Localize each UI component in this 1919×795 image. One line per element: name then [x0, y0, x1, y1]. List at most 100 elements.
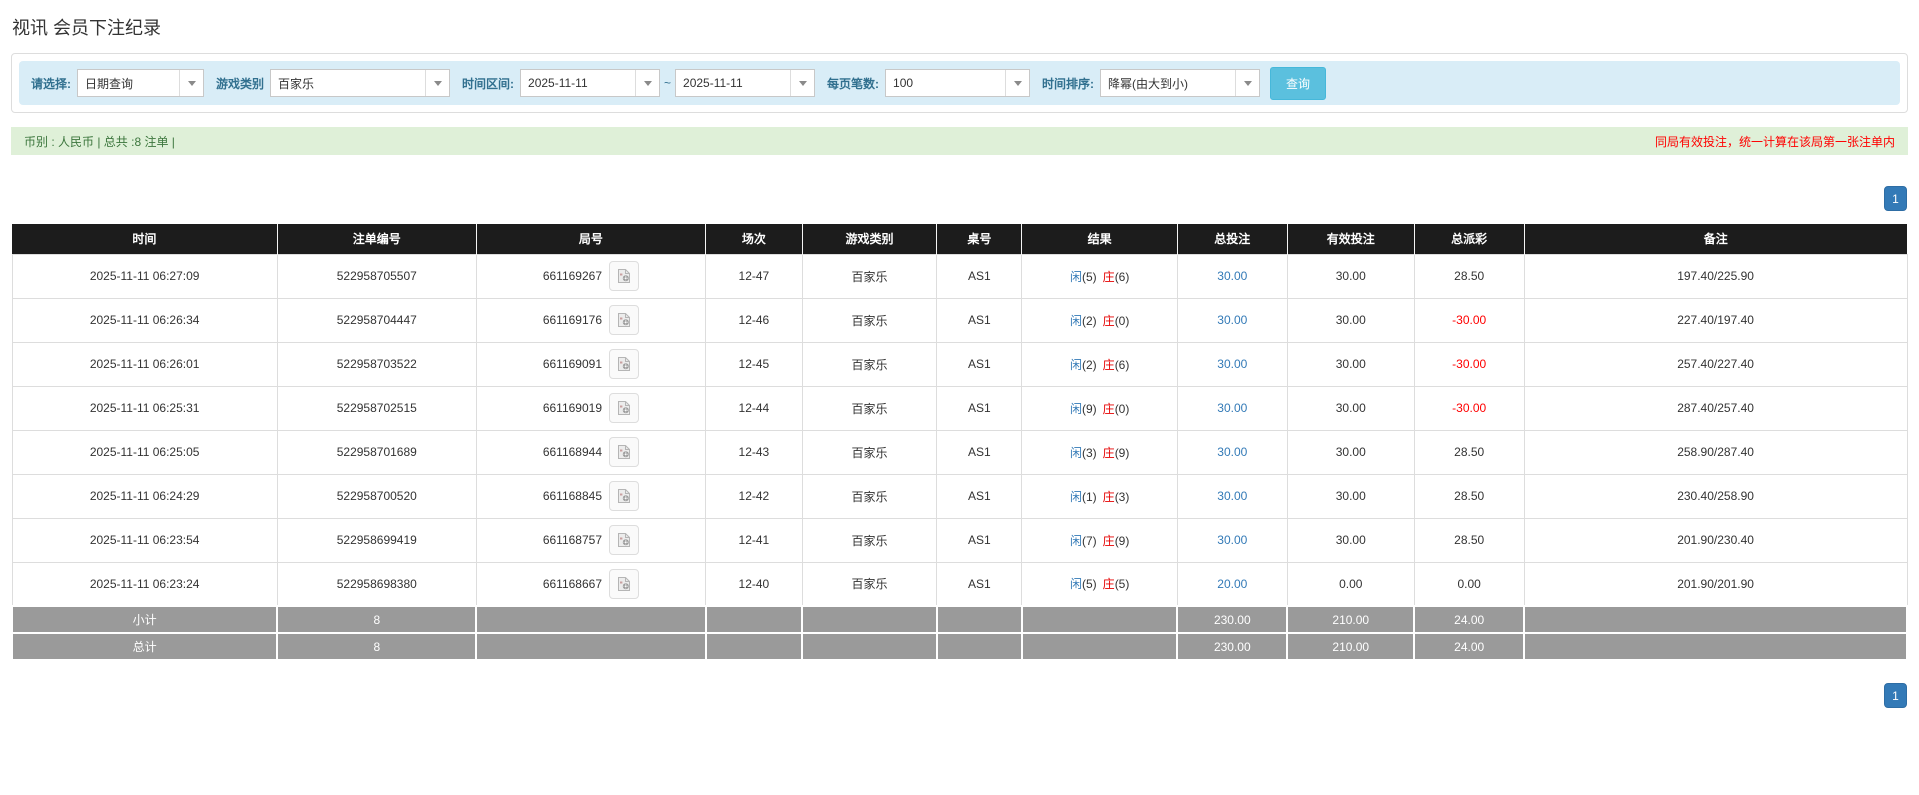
column-header: 局号	[476, 224, 705, 254]
cell-game-type: 百家乐	[802, 518, 937, 562]
cell-session: 12-44	[706, 386, 803, 430]
round-number: 661169091	[543, 357, 602, 371]
round-number: 661169267	[543, 269, 602, 283]
summary-cell: 小计	[12, 606, 277, 633]
result-banker-score: (9)	[1115, 534, 1130, 548]
total-bet-link[interactable]: 30.00	[1217, 269, 1247, 283]
cell-note: 287.40/257.40	[1524, 386, 1907, 430]
chevron-down-icon[interactable]	[179, 70, 203, 96]
cell-note: 257.40/227.40	[1524, 342, 1907, 386]
cell-bet-id: 522958699419	[277, 518, 476, 562]
summary-cell	[937, 606, 1022, 633]
result-banker-label: 庄	[1103, 490, 1115, 504]
cell-payout: 28.50	[1414, 474, 1524, 518]
search-button[interactable]: 查询	[1270, 67, 1326, 100]
video-replay-icon[interactable]	[609, 481, 639, 511]
filter-bar: 请选择: 日期查询 游戏类别 百家乐 时间区间: 2025-11-11 ~ 20…	[19, 61, 1900, 105]
total-bet-link[interactable]: 30.00	[1217, 445, 1247, 459]
cell-bet-id: 522958700520	[277, 474, 476, 518]
total-bet-link[interactable]: 30.00	[1217, 357, 1247, 371]
total-bet-link[interactable]: 30.00	[1217, 489, 1247, 503]
result-player-score: (5)	[1082, 577, 1097, 591]
total-bet-link[interactable]: 30.00	[1217, 313, 1247, 327]
date-from-select[interactable]: 2025-11-11	[520, 69, 660, 97]
summary-cell: 24.00	[1414, 633, 1524, 660]
table-row: 2025-11-11 06:25:31 522958702515 6611690…	[12, 386, 1907, 430]
cell-total-bet: 30.00	[1177, 386, 1287, 430]
cell-valid-bet: 30.00	[1287, 474, 1414, 518]
column-header: 注单编号	[277, 224, 476, 254]
cell-game-type: 百家乐	[802, 386, 937, 430]
result-player-score: (2)	[1082, 358, 1097, 372]
total-bet-link[interactable]: 20.00	[1217, 577, 1247, 591]
summary-cell: 8	[277, 606, 476, 633]
query-type-select[interactable]: 日期查询	[77, 69, 204, 97]
cell-table-number: AS1	[937, 298, 1022, 342]
total-bet-link[interactable]: 30.00	[1217, 533, 1247, 547]
video-replay-icon[interactable]	[609, 393, 639, 423]
result-banker-score: (6)	[1115, 358, 1130, 372]
column-header: 总投注	[1177, 224, 1287, 254]
sort-order-select[interactable]: 降幂(由大到小)	[1100, 69, 1260, 97]
cell-session: 12-40	[706, 562, 803, 606]
table-body: 2025-11-11 06:27:09 522958705507 6611692…	[12, 254, 1907, 660]
pagination-top: 1	[11, 186, 1907, 211]
cell-result: 闲(7)庄(9)	[1022, 518, 1177, 562]
page-number-button[interactable]: 1	[1884, 683, 1907, 708]
cell-payout: 28.50	[1414, 518, 1524, 562]
video-replay-icon[interactable]	[609, 261, 639, 291]
chevron-down-icon[interactable]	[1005, 70, 1029, 96]
query-type-label: 请选择:	[31, 75, 71, 92]
cell-note: 230.40/258.90	[1524, 474, 1907, 518]
cell-result: 闲(1)庄(3)	[1022, 474, 1177, 518]
game-type-select[interactable]: 百家乐	[270, 69, 450, 97]
cell-round-id: 661168845	[476, 474, 705, 518]
cell-session: 12-47	[706, 254, 803, 298]
column-header: 总派彩	[1414, 224, 1524, 254]
date-to-select[interactable]: 2025-11-11	[675, 69, 815, 97]
video-replay-icon[interactable]	[609, 525, 639, 555]
cell-note: 258.90/287.40	[1524, 430, 1907, 474]
chevron-down-icon[interactable]	[790, 70, 814, 96]
chevron-down-icon[interactable]	[635, 70, 659, 96]
cell-valid-bet: 30.00	[1287, 430, 1414, 474]
result-banker-score: (6)	[1115, 270, 1130, 284]
cell-time: 2025-11-11 06:27:09	[12, 254, 277, 298]
cell-time: 2025-11-11 06:23:54	[12, 518, 277, 562]
currency-total-text: 币别 : 人民币 | 总共 :8 注单 |	[24, 133, 175, 150]
cell-valid-bet: 30.00	[1287, 386, 1414, 430]
table-header-row: 时间注单编号局号场次游戏类别桌号结果总投注有效投注总派彩备注	[12, 224, 1907, 254]
cell-payout: -30.00	[1414, 386, 1524, 430]
query-type-value: 日期查询	[78, 70, 179, 96]
summary-cell	[802, 606, 937, 633]
summary-cell: 8	[277, 633, 476, 660]
result-banker-score: (5)	[1115, 577, 1130, 591]
video-replay-icon[interactable]	[609, 437, 639, 467]
page-size-select[interactable]: 100	[885, 69, 1030, 97]
cell-valid-bet: 30.00	[1287, 298, 1414, 342]
chevron-down-icon[interactable]	[1235, 70, 1259, 96]
result-banker-label: 庄	[1103, 402, 1115, 416]
summary-cell	[1022, 606, 1177, 633]
cell-game-type: 百家乐	[802, 430, 937, 474]
cell-result: 闲(2)庄(0)	[1022, 298, 1177, 342]
date-to-value: 2025-11-11	[676, 70, 790, 96]
video-replay-icon[interactable]	[609, 305, 639, 335]
result-banker-label: 庄	[1103, 314, 1115, 328]
cell-result: 闲(5)庄(5)	[1022, 562, 1177, 606]
video-replay-icon[interactable]	[609, 569, 639, 599]
cell-total-bet: 30.00	[1177, 430, 1287, 474]
total-bet-link[interactable]: 30.00	[1217, 401, 1247, 415]
cell-session: 12-43	[706, 430, 803, 474]
chevron-down-icon[interactable]	[425, 70, 449, 96]
cell-valid-bet: 30.00	[1287, 518, 1414, 562]
page: 视讯 会员下注纪录 请选择: 日期查询 游戏类别 百家乐 时间区间: 2025-…	[0, 0, 1919, 795]
result-banker-score: (9)	[1115, 446, 1130, 460]
cell-round-id: 661169267	[476, 254, 705, 298]
sort-order-label: 时间排序:	[1042, 75, 1094, 92]
total-row: 总计8230.00210.0024.00	[12, 633, 1907, 660]
page-number-button[interactable]: 1	[1884, 186, 1907, 211]
cell-valid-bet: 0.00	[1287, 562, 1414, 606]
result-player-score: (1)	[1082, 490, 1097, 504]
video-replay-icon[interactable]	[609, 349, 639, 379]
